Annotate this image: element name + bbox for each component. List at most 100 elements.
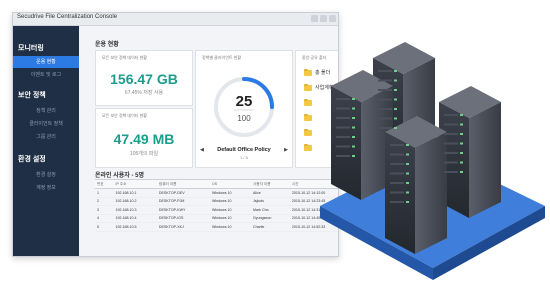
server-vent (444, 114, 458, 116)
column-header[interactable]: 번호 (95, 179, 114, 189)
status-led (352, 126, 355, 129)
sidebar-item-policy-management[interactable]: 정책 관리 (13, 105, 79, 117)
server-vent (378, 89, 392, 91)
server-vent (444, 142, 458, 145)
server-vent (336, 136, 350, 138)
sidebar-item-environment[interactable]: 환경 설정 (13, 169, 79, 181)
status-led (460, 171, 463, 173)
status-led (406, 182, 409, 184)
main-content: 운용 현황 모든 보안 정책 데이터 현황 156.47 GB 67.45% 저… (81, 26, 338, 256)
status-led (460, 114, 463, 116)
server-vent (390, 191, 404, 194)
policy-total: 100 (237, 114, 251, 123)
status-led (406, 153, 409, 156)
status-led (394, 117, 397, 120)
maximize-button[interactable] (320, 15, 327, 22)
sidebar-item-account[interactable]: 계정 정보 (13, 182, 79, 194)
policy-pager: 1 / 5 (240, 155, 248, 160)
sidebar-item-operation-status[interactable]: 운용 현황 (13, 56, 79, 68)
online-users-table: 번호 IP 주소 컴퓨터 이름 OS 사용자 이름 시간 1 192.168.10… (95, 179, 338, 232)
donut-chart: 25 100 (214, 77, 274, 137)
column-header[interactable]: 사용자 이름 (250, 179, 290, 189)
sidebar-section-monitoring[interactable]: 모니터링 (18, 43, 44, 53)
next-arrow-icon[interactable]: ▶ (284, 147, 288, 153)
status-led (394, 70, 397, 72)
server-vent (336, 98, 350, 100)
sidebar-item-events-logs[interactable]: 이벤트 및 로그 (13, 69, 79, 81)
server-vent (444, 123, 458, 126)
status-led (394, 108, 397, 110)
table-row[interactable]: 5 192.168.10.5 DESKTOP-XKJ Windows 10 Charli… (95, 222, 338, 232)
table-row[interactable]: 2 192.168.10.2 DESKTOP-PJM Windows 10 Jsjiud… (95, 197, 338, 206)
status-led (352, 98, 355, 100)
data-sub: 105개의 파일 (129, 151, 159, 157)
server-vent (444, 171, 458, 173)
minimize-button[interactable] (311, 15, 318, 22)
table-row[interactable]: 1 192.168.10.1 DESKTOP-DEV Windows 10 Alice 2… (95, 188, 338, 198)
server-vent (390, 172, 404, 175)
server-vent (390, 144, 404, 146)
server-vent (390, 153, 404, 156)
status-led (394, 79, 397, 82)
server-unit (385, 116, 447, 254)
column-header[interactable]: OS (209, 179, 251, 189)
server-rack-illustration (320, 42, 545, 280)
card-label: 모든 보안 정책 데이터 현황 (102, 113, 147, 118)
status-led (406, 163, 409, 165)
server-vent (336, 126, 350, 129)
sidebar-item-client-policy[interactable]: 클라이언트 정책 (13, 118, 79, 130)
server-vent (378, 98, 392, 101)
status-led (406, 144, 409, 146)
status-led (460, 152, 463, 154)
sidebar-section-security-policy[interactable]: 보안 정책 (18, 90, 46, 100)
window-title: Secudrive File Centralization Console (17, 14, 118, 20)
sidebar-item-group-management[interactable]: 그룹 관리 (13, 131, 79, 143)
policy-name: Default Office Policy (217, 147, 271, 153)
server-vent (378, 127, 392, 129)
card-label: 정책별 클라이언트 현황 (202, 55, 242, 60)
table-header-row: 번호 IP 주소 컴퓨터 이름 OS 사용자 이름 시간 (95, 179, 338, 189)
data-usage-card: 모든 보안 정책 데이터 현황 47.49 MB 105개의 파일 (95, 108, 193, 168)
status-led (394, 89, 397, 91)
status-led (406, 191, 409, 194)
status-led (460, 142, 463, 145)
online-users-heading: 온라인 사용자 - 5명 (95, 173, 144, 179)
sidebar-section-settings[interactable]: 환경 설정 (18, 154, 46, 164)
server-vent (378, 117, 392, 120)
status-led (352, 136, 355, 138)
console-window: Secudrive File Centralization Console 모니… (12, 12, 339, 257)
status-led (460, 133, 463, 135)
status-led (406, 201, 409, 203)
server-vent (336, 107, 350, 110)
column-header[interactable]: 컴퓨터 이름 (156, 179, 210, 189)
server-vent (444, 161, 458, 164)
status-led (460, 123, 463, 126)
status-led (460, 161, 463, 164)
policy-card: 정책별 클라이언트 현황 25 100 ◀ Default Office Pol… (195, 50, 293, 168)
status-led (394, 127, 397, 129)
server-vent (336, 155, 350, 157)
status-led (352, 117, 355, 119)
status-led (352, 145, 355, 148)
column-header[interactable]: IP 주소 (113, 179, 157, 189)
table-row[interactable]: 4 192.168.10.4 DESKTOP-IOS Windows 10 Gyungs… (95, 214, 338, 223)
table-body: 1 192.168.10.1 DESKTOP-DEV Windows 10 Alice 2… (95, 188, 338, 232)
policy-count: 25 (236, 93, 253, 110)
server-vent (336, 117, 350, 119)
sidebar: 모니터링 운용 현황 이벤트 및 로그 보안 정책 정책 관리 클라이언트 정책… (13, 26, 79, 256)
data-value: 47.49 MB (113, 131, 175, 147)
server-vent (390, 182, 404, 184)
server-vent (390, 201, 404, 203)
title-bar: Secudrive File Centralization Console (13, 13, 338, 26)
server-vent (336, 145, 350, 148)
policy-donut: 25 100 ◀ Default Office Policy ▶ 1 / 5 (200, 65, 288, 160)
page-title: 운용 현황 (95, 42, 119, 48)
close-button[interactable] (329, 15, 336, 22)
status-led (394, 98, 397, 101)
table-row[interactable]: 3 192.168.10.3 DESKTOP-KWY Windows 10 Mark C… (95, 205, 338, 215)
status-led (352, 107, 355, 110)
server-vent (444, 152, 458, 154)
server-vent (390, 163, 404, 165)
status-led (406, 172, 409, 175)
storage-usage-card: 모든 보안 정책 데이터 현황 156.47 GB 67.45% 저장 사용 (95, 50, 193, 106)
